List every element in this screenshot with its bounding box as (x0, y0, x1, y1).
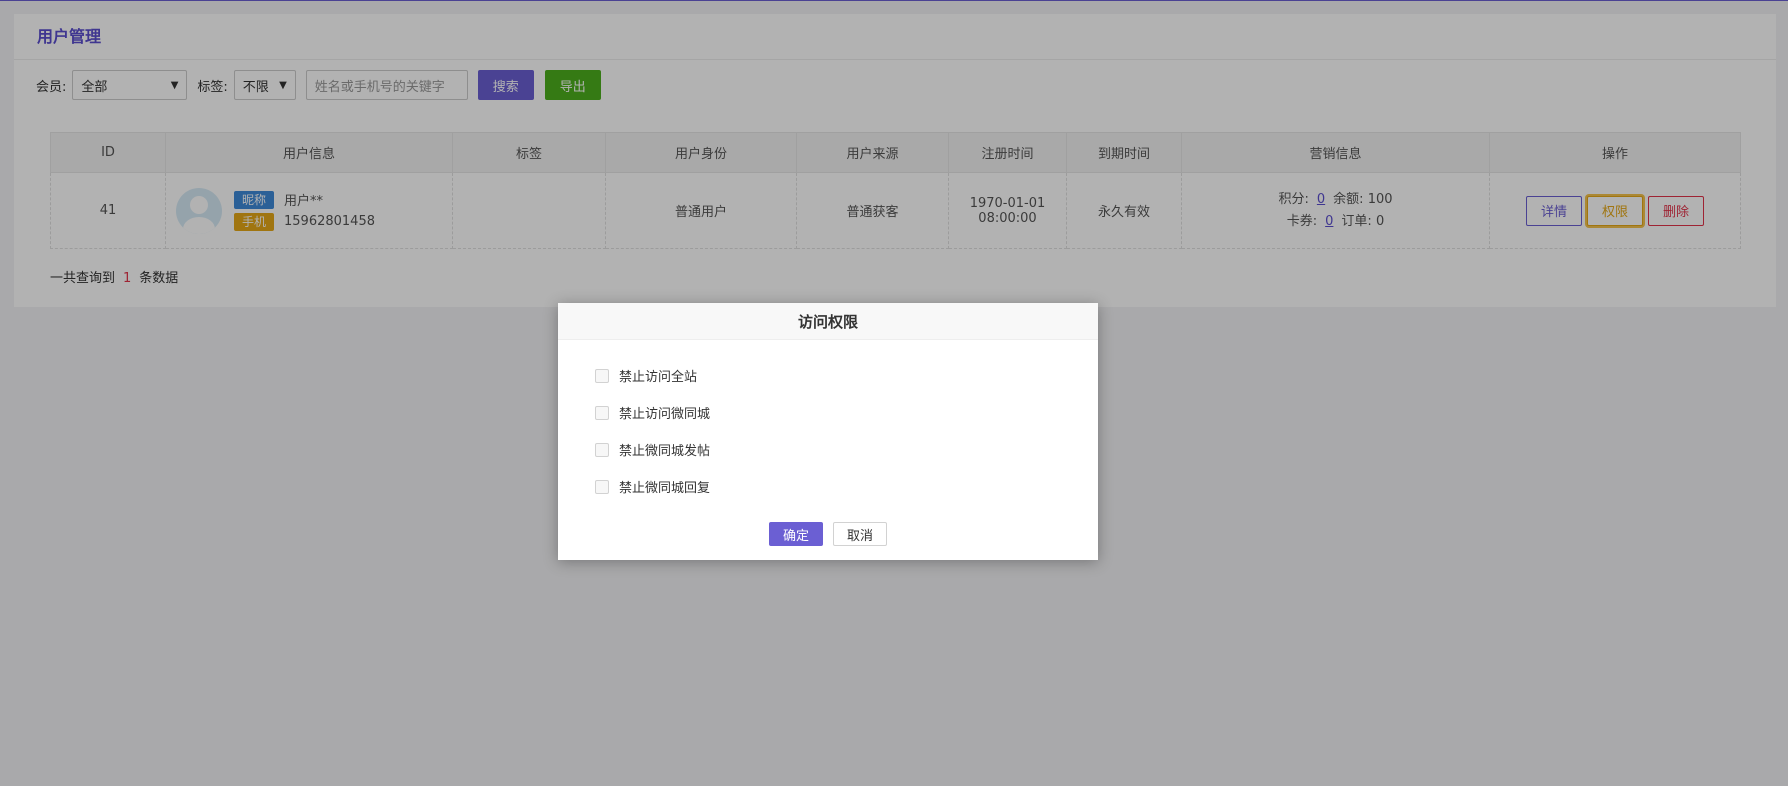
dialog-title: 访问权限 (558, 303, 1098, 340)
cancel-button[interactable]: 取消 (833, 522, 887, 546)
option-label: 禁止访问微同城 (619, 407, 711, 422)
checkbox[interactable] (595, 479, 609, 494)
checkbox[interactable] (595, 405, 609, 420)
checkbox[interactable] (595, 368, 609, 383)
confirm-button[interactable]: 确定 (769, 522, 823, 546)
checkbox[interactable] (595, 442, 609, 457)
option-block-city[interactable]: 禁止访问微同城 (595, 394, 1098, 431)
option-block-site[interactable]: 禁止访问全站 (595, 357, 1098, 394)
dialog-body: 禁止访问全站 禁止访问微同城 禁止微同城发帖 禁止微同城回复 (558, 340, 1098, 505)
dialog-footer: 确定 取消 (558, 522, 1098, 546)
option-block-reply[interactable]: 禁止微同城回复 (595, 468, 1098, 505)
option-label: 禁止微同城发帖 (619, 444, 711, 459)
option-block-post[interactable]: 禁止微同城发帖 (595, 431, 1098, 468)
access-permission-dialog: 访问权限 禁止访问全站 禁止访问微同城 禁止微同城发帖 禁止微同城回复 确定 取… (558, 303, 1098, 560)
option-label: 禁止访问全站 (619, 370, 698, 385)
option-label: 禁止微同城回复 (619, 481, 711, 496)
